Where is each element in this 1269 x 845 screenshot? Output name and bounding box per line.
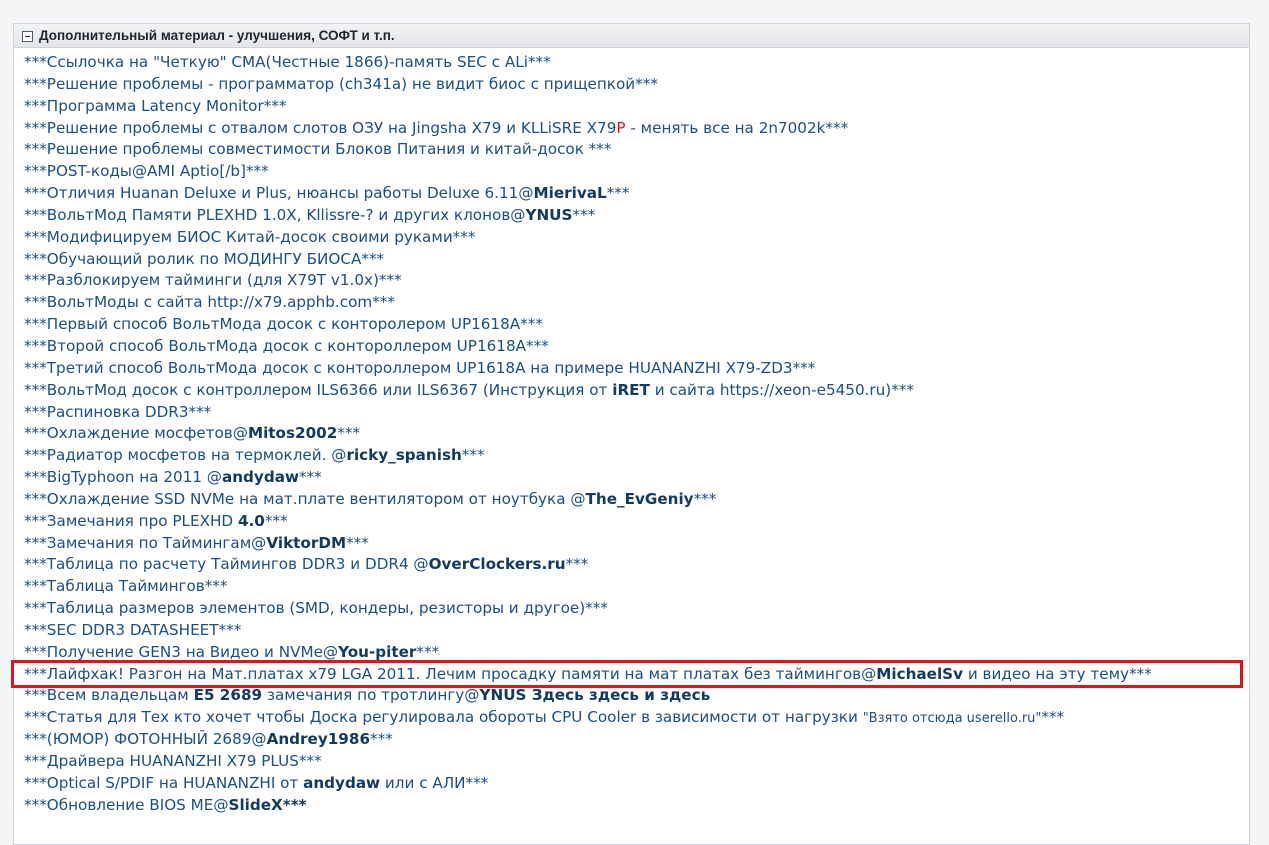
list-item[interactable]: ***Таблица по расчету Таймингов DDR3 и D… [14, 554, 1249, 576]
panel-title: Дополнительный материал - улучшения, СОФ… [39, 28, 395, 43]
list-item[interactable]: ***Отличия Huanan Deluxe и Plus, нюансы … [14, 183, 1249, 205]
list-item[interactable]: ***Статья для Тех кто хочет чтобы Доска … [14, 707, 1249, 729]
list-item[interactable]: ***Решение проблемы - программатор (ch34… [14, 74, 1249, 96]
list-item[interactable]: ***Второй способ ВольтМода досок с конто… [14, 336, 1249, 358]
additional-material-panel: Дополнительный материал - улучшения, СОФ… [11, 23, 1250, 845]
list-item[interactable]: ***Обучающий ролик по МОДИНГУ БИОСА*** [14, 249, 1249, 271]
list-item[interactable]: ***Драйвера HUANANZHI X79 PLUS*** [14, 751, 1249, 773]
list-item[interactable]: ***Всем владельцам E5 2689 замечания по … [14, 685, 1249, 707]
list-item[interactable]: ***Обновление BIOS ME@SlideX*** [14, 795, 1249, 817]
list-item[interactable]: ***Модифицируем БИОС Китай-досок своими … [14, 227, 1249, 249]
list-item[interactable]: ***Радиатор мосфетов на термоклей. @rick… [14, 445, 1249, 467]
link-list: ***Ссылочка на "Четкую" CMA(Честные 1866… [11, 48, 1249, 817]
list-item[interactable]: ***Ссылочка на "Четкую" CMA(Честные 1866… [14, 52, 1249, 74]
list-item[interactable]: ***Таблица размеров элементов (SMD, конд… [14, 598, 1249, 620]
list-item[interactable]: ***POST-коды@AMI Aptio[/b]*** [14, 161, 1249, 183]
list-item[interactable]: ***BigTyphoon на 2011 @andydaw*** [14, 467, 1249, 489]
list-item[interactable]: ***Распиновка DDR3*** [14, 402, 1249, 424]
list-item-highlighted[interactable]: ***Лайфхак! Разгон на Мат.платах x79 LGA… [11, 659, 1249, 688]
list-item[interactable]: ***Решение проблемы совместимости Блоков… [14, 139, 1249, 161]
list-item[interactable]: ***Разблокируем тайминги (для X79T v1.0x… [14, 270, 1249, 292]
list-item[interactable]: ***ВольтМод Памяти PLEXHD 1.0X, Kllissre… [14, 205, 1249, 227]
list-item[interactable]: ***Решение проблемы с отвалом слотов ОЗУ… [14, 118, 1249, 140]
list-item[interactable]: ***Программа Latency Monitor*** [14, 96, 1249, 118]
list-item[interactable]: ***Замечания по Таймингам@ViktorDM*** [14, 533, 1249, 555]
list-item[interactable]: ***Optical S/PDIF на HUANANZHI от andyda… [14, 773, 1249, 795]
list-item[interactable]: ***Первый способ ВольтМода досок с конто… [14, 314, 1249, 336]
list-item[interactable]: ***Третий способ ВольтМода досок с конто… [14, 358, 1249, 380]
collapse-icon[interactable] [22, 31, 33, 42]
list-item[interactable]: ***Таблица Таймингов*** [14, 576, 1249, 598]
list-item[interactable]: ***ВольтМод досок с контроллером ILS6366… [14, 380, 1249, 402]
list-item[interactable]: ***SEC DDR3 DATASHEET*** [14, 620, 1249, 642]
list-item[interactable]: ***Охлаждение SSD NVMe на мат.плате вент… [14, 489, 1249, 511]
panel-header[interactable]: Дополнительный материал - улучшения, СОФ… [14, 24, 1249, 48]
list-item[interactable]: ***ВольтМоды с сайта http://x79.apphb.co… [14, 292, 1249, 314]
list-item[interactable]: ***Замечания про PLEXHD 4.0*** [14, 511, 1249, 533]
list-item[interactable]: ***Охлаждение мосфетов@Mitos2002*** [14, 423, 1249, 445]
list-item[interactable]: ***(ЮМОР) ФОТОННЫЙ 2689@Andrey1986*** [14, 729, 1249, 751]
